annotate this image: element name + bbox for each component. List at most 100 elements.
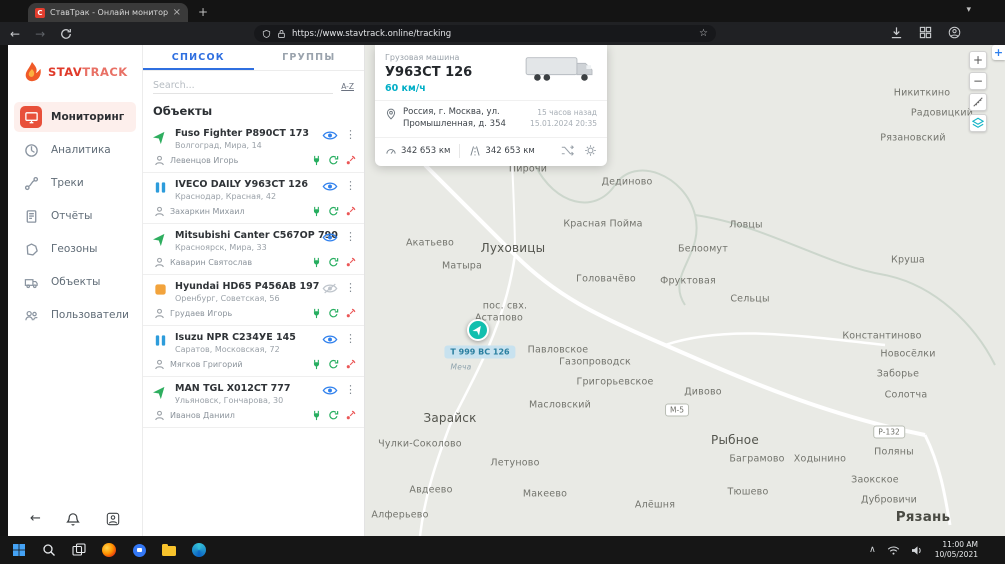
tab-list[interactable]: СПИСОК — [143, 45, 254, 70]
satellite-icon[interactable] — [345, 206, 356, 217]
vehicle-card[interactable]: Mitsubishi Canter С567ОР 790 Красноярск,… — [143, 224, 364, 275]
visibility-eye-icon[interactable] — [322, 283, 338, 294]
wifi-icon[interactable] — [887, 545, 900, 556]
reload-icon[interactable] — [60, 28, 72, 40]
bell-icon[interactable] — [66, 512, 80, 526]
bookmark-star-icon[interactable]: ☆ — [699, 28, 708, 39]
url-text[interactable]: https://www.stavtrack.online/tracking — [292, 29, 693, 39]
task-view-icon[interactable] — [64, 536, 94, 564]
sidebar-item-analytics[interactable]: Аналитика — [14, 135, 136, 165]
taskbar-clock[interactable]: 11:00 AM 10/05/2021 — [935, 540, 978, 561]
driver-name: Мягков Григорий — [170, 360, 306, 369]
map-label: Павловское — [528, 345, 589, 356]
vehicles-panel: СПИСОК ГРУППЫ A-Z Объекты Fuso Fighter Р… — [143, 45, 365, 536]
sidebar-item-users[interactable]: Пользователи — [14, 300, 136, 330]
more-menu-icon[interactable]: ⋮ — [345, 332, 356, 345]
tab-groups[interactable]: ГРУППЫ — [254, 45, 365, 70]
visibility-eye-icon[interactable] — [322, 181, 338, 192]
vehicle-card[interactable]: Hyundai HD65 Р456АВ 197 Оренбург, Советс… — [143, 275, 364, 326]
satellite-icon[interactable] — [345, 359, 356, 370]
ignition-icon[interactable] — [328, 206, 339, 217]
visibility-eye-icon[interactable] — [322, 232, 338, 243]
map[interactable]: Никиткино Радовицкий Рязановский Сергиев… — [365, 45, 1005, 536]
vehicle-map-marker[interactable] — [467, 319, 489, 341]
vehicle-card[interactable]: Isuzu NPR С234УЕ 145 Саратов, Московская… — [143, 326, 364, 377]
visibility-eye-icon[interactable] — [322, 385, 338, 396]
satellite-icon[interactable] — [345, 410, 356, 421]
back-icon[interactable]: ← — [10, 28, 20, 40]
vehicle-card[interactable]: MAN TGL Х012СТ 777 Ульяновск, Гончарова,… — [143, 377, 364, 428]
document-icon — [20, 205, 42, 227]
browser-tab[interactable]: С СтавТрак - Онлайн мониторг... × — [28, 3, 188, 22]
map-label: Рязановский — [880, 133, 945, 144]
ignition-icon[interactable] — [328, 308, 339, 319]
map-label: Заокское — [851, 475, 899, 486]
ignition-icon[interactable] — [328, 359, 339, 370]
forward-icon[interactable]: → — [35, 28, 45, 40]
ignition-icon[interactable] — [328, 257, 339, 268]
section-title: Объекты — [143, 99, 364, 122]
satellite-icon[interactable] — [345, 308, 356, 319]
sidebar-item-tracks[interactable]: Треки — [14, 168, 136, 198]
more-menu-icon[interactable]: ⋮ — [345, 128, 356, 141]
map-label: Заборье — [877, 369, 919, 380]
clock-date: 10/05/2021 — [935, 550, 978, 561]
collapse-back-icon[interactable]: ← — [30, 511, 41, 526]
map-label: Сельцы — [730, 294, 769, 305]
sidebar-item-geozones[interactable]: Геозоны — [14, 234, 136, 264]
extensions-icon[interactable] — [919, 26, 932, 39]
sidebar-item-label: Геозоны — [51, 243, 97, 255]
gear-icon[interactable] — [584, 144, 597, 157]
new-tab-button[interactable]: + — [198, 6, 208, 18]
ignition-icon[interactable] — [328, 155, 339, 166]
download-icon[interactable] — [890, 26, 903, 39]
power-plug-icon[interactable] — [311, 359, 322, 370]
chevron-down-icon[interactable]: ▾ — [966, 5, 971, 15]
visibility-eye-icon[interactable] — [322, 130, 338, 141]
volume-icon[interactable] — [911, 545, 924, 556]
chat-app-icon[interactable] — [124, 536, 154, 564]
tray-chevron-up-icon[interactable]: ∧ — [869, 545, 876, 555]
firefox-icon[interactable] — [94, 536, 124, 564]
ignition-icon[interactable] — [328, 410, 339, 421]
os-taskbar: ∧ 11:00 AM 10/05/2021 — [0, 536, 1005, 564]
sort-az-button[interactable]: A-Z — [341, 82, 354, 94]
driver-icon — [154, 359, 165, 370]
sidebar-item-objects[interactable]: Объекты — [14, 267, 136, 297]
vehicle-status-icon — [153, 333, 168, 348]
logo-text: STAVTRACK — [48, 65, 128, 79]
satellite-icon[interactable] — [345, 155, 356, 166]
taskbar-search-icon[interactable] — [34, 536, 64, 564]
measure-ruler-button[interactable] — [969, 93, 987, 111]
more-menu-icon[interactable]: ⋮ — [345, 383, 356, 396]
marker-plate-label[interactable]: Т 999 ВС 126 — [444, 346, 515, 359]
vehicle-card[interactable]: Fuso Fighter Р890СТ 173 Волгоград, Мира,… — [143, 122, 364, 173]
build-route-icon[interactable] — [561, 144, 574, 157]
sidebar-item-monitoring[interactable]: Мониторинг — [14, 102, 136, 132]
power-plug-icon[interactable] — [311, 257, 322, 268]
power-plug-icon[interactable] — [311, 206, 322, 217]
more-menu-icon[interactable]: ⋮ — [345, 230, 356, 243]
vehicle-card[interactable]: IVECO DAILY У963СТ 126 Краснодар, Красна… — [143, 173, 364, 224]
file-explorer-icon[interactable] — [154, 536, 184, 564]
more-menu-icon[interactable]: ⋮ — [345, 179, 356, 192]
zoom-in-button[interactable]: + — [969, 51, 987, 69]
visibility-eye-icon[interactable] — [322, 334, 338, 345]
satellite-icon[interactable] — [345, 257, 356, 268]
tab-close-icon[interactable]: × — [173, 7, 181, 18]
power-plug-icon[interactable] — [311, 308, 322, 319]
account-icon[interactable] — [106, 512, 120, 526]
zoom-out-button[interactable]: − — [969, 72, 987, 90]
sidebar-item-reports[interactable]: Отчёты — [14, 201, 136, 231]
address-bar[interactable]: https://www.stavtrack.online/tracking ☆ — [254, 25, 716, 42]
map-add-button[interactable]: + — [992, 45, 1005, 60]
search-input[interactable] — [153, 78, 333, 94]
power-plug-icon[interactable] — [311, 155, 322, 166]
start-button[interactable] — [4, 536, 34, 564]
edge-browser-icon[interactable] — [184, 536, 214, 564]
profile-icon[interactable] — [948, 26, 961, 39]
power-plug-icon[interactable] — [311, 410, 322, 421]
app-logo[interactable]: STAVTRACK — [8, 45, 142, 99]
more-menu-icon[interactable]: ⋮ — [345, 281, 356, 294]
layers-button[interactable] — [969, 114, 987, 132]
